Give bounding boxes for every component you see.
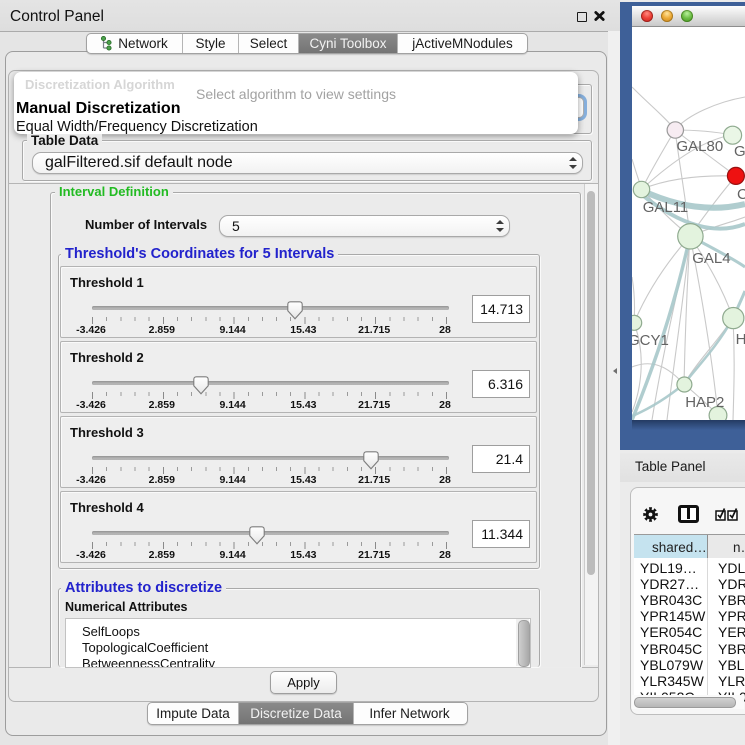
svg-text:GA: GA [734,143,745,160]
svg-text:GAL11: GAL11 [643,199,689,216]
svg-text:H: H [736,331,745,348]
svg-text:HAP2: HAP2 [685,394,724,411]
svg-text:GAL80: GAL80 [677,138,724,155]
svg-text:GAL4: GAL4 [692,250,730,267]
svg-text:GCY1: GCY1 [632,332,669,349]
svg-text:C: C [737,186,745,203]
